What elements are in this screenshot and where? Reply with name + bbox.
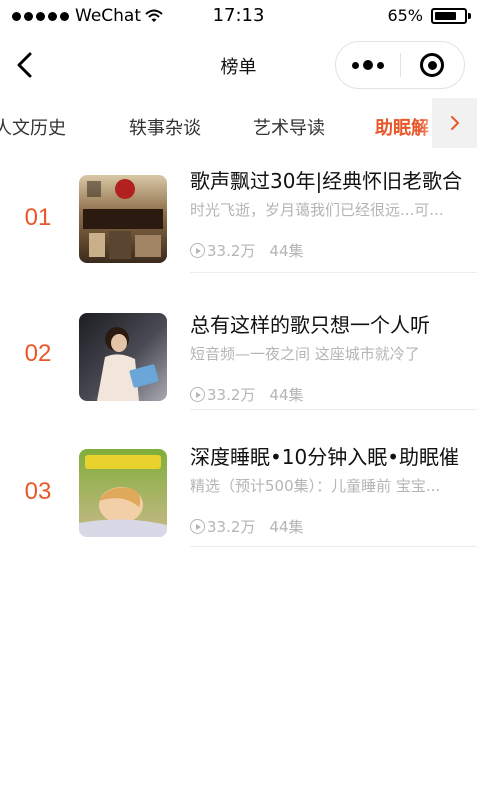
nav-bar: 榜单 — [0, 34, 477, 96]
item-description: 精选（预计500集）：儿童睡前 宝宝... — [190, 477, 441, 495]
item-title: 歌声飘过30年|经典怀旧老歌合 — [190, 169, 463, 193]
item-meta: 33.2万 44集 — [190, 240, 304, 261]
rank-number: 01 — [24, 204, 52, 231]
item-title: 总有这样的歌只想一个人听 — [190, 313, 430, 337]
more-dot-icon — [363, 60, 373, 70]
album-cover-image — [79, 175, 167, 263]
target-icon — [420, 53, 445, 77]
play-count: 33.2万 — [207, 242, 256, 260]
episode-count: 44集 — [269, 518, 304, 536]
rank-number: 02 — [24, 340, 52, 367]
item-title: 深度睡眠•10分钟入眠•助眠催 — [190, 445, 460, 469]
category-tabs: 人文历史 轶事杂谈 艺术导读 助眠解 — [0, 98, 477, 152]
item-info: 总有这样的歌只想一个人听 短音频—一夜之间 这座城市就冷了 33.2万 44集 — [190, 312, 477, 404]
battery-percentage: 65% — [387, 6, 423, 25]
album-cover-image — [79, 449, 167, 537]
more-button[interactable] — [336, 42, 400, 88]
chevron-right-icon — [450, 116, 459, 130]
status-right: 65% — [387, 6, 471, 25]
item-meta: 33.2万 44集 — [190, 516, 304, 537]
item-info: 深度睡眠•10分钟入眠•助眠催 精选（预计500集）：儿童睡前 宝宝... 33… — [190, 444, 477, 536]
list-item[interactable]: 01 歌声飘过30年|经典怀旧老歌合 时光飞逝，岁月蔼我们已经很远...可...… — [0, 160, 477, 296]
row-divider — [190, 272, 477, 273]
item-description: 短音频—一夜之间 这座城市就冷了 — [190, 345, 420, 363]
play-count-icon — [190, 387, 205, 402]
album-cover — [79, 449, 167, 537]
row-divider — [190, 546, 477, 547]
list-item[interactable]: 02 总有这样的歌只想一个人听 短音频—一夜之间 这座城市就冷了 33.2万 4… — [0, 298, 477, 434]
more-dot-icon — [377, 61, 384, 69]
play-count-icon — [190, 519, 205, 534]
album-cover — [79, 313, 167, 401]
item-meta: 33.2万 44集 — [190, 384, 304, 405]
play-count-icon — [190, 243, 205, 258]
play-count: 33.2万 — [207, 386, 256, 404]
tabs-scroll-button[interactable] — [432, 98, 477, 148]
episode-count: 44集 — [269, 242, 304, 260]
album-cover — [79, 175, 167, 263]
more-dot-icon — [352, 61, 359, 69]
tab-humanities-history[interactable]: 人文历史 — [0, 114, 66, 140]
tab-anecdotes[interactable]: 轶事杂谈 — [129, 114, 201, 140]
item-description: 时光飞逝，岁月蔼我们已经很远...可... — [190, 201, 444, 219]
mini-program-capsule — [335, 41, 465, 89]
status-bar: WeChat 17:13 65% — [0, 0, 477, 34]
album-cover-image — [79, 313, 167, 401]
close-button[interactable] — [401, 42, 464, 88]
list-item[interactable]: 03 深度睡眠•10分钟入眠•助眠催 精选（预计500集）：儿童睡前 宝宝... — [0, 436, 477, 572]
tab-sleep-aid[interactable]: 助眠解 — [375, 114, 429, 140]
item-info: 歌声飘过30年|经典怀旧老歌合 时光飞逝，岁月蔼我们已经很远...可... 33… — [190, 168, 477, 260]
tab-art-guide[interactable]: 艺术导读 — [253, 114, 325, 140]
rank-number: 03 — [24, 478, 52, 505]
battery-icon — [431, 7, 471, 24]
play-count: 33.2万 — [207, 518, 256, 536]
episode-count: 44集 — [269, 386, 304, 404]
row-divider — [190, 409, 477, 410]
